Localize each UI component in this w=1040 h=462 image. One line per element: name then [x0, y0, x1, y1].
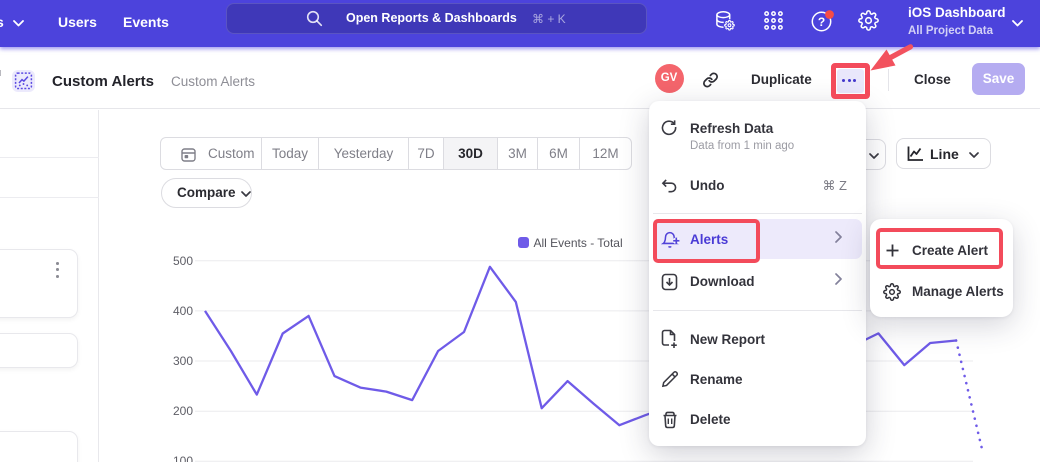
- svg-text:200: 200: [173, 404, 193, 418]
- svg-text:400: 400: [173, 304, 193, 318]
- svg-text:300: 300: [173, 354, 193, 368]
- svg-text:?: ?: [818, 15, 825, 29]
- svg-text:500: 500: [173, 254, 193, 268]
- svg-text:100: 100: [173, 454, 193, 462]
